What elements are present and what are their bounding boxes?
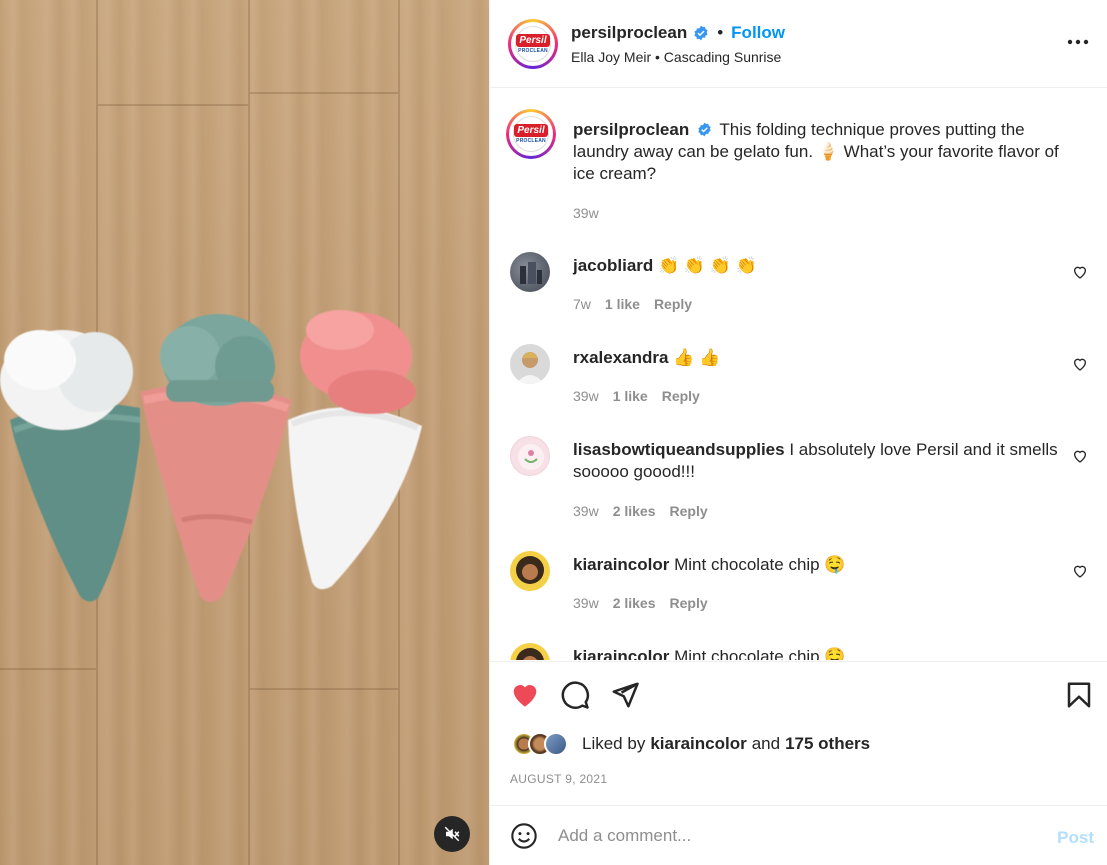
- comment-likes[interactable]: 1 like: [613, 388, 648, 404]
- more-options-button[interactable]: [1066, 30, 1090, 54]
- liked-by-user[interactable]: kiaraincolor: [650, 734, 746, 754]
- comment-avatar[interactable]: [510, 643, 550, 660]
- logo-text: Persil: [514, 124, 548, 137]
- comment-text: Mint chocolate chip 🤤: [674, 647, 846, 660]
- comment-avatar[interactable]: [510, 551, 550, 591]
- comment-meta: 39w 2 likes Reply: [573, 595, 708, 611]
- comment-username[interactable]: rxalexandra: [573, 348, 668, 367]
- post-panel: Persil PROCLEAN persilproclean • Follow …: [489, 0, 1107, 865]
- comment-meta: 39w 1 like Reply: [573, 388, 700, 404]
- comment-likes[interactable]: 2 likes: [613, 595, 656, 611]
- comment-username[interactable]: kiaraincolor: [573, 647, 669, 660]
- heart-icon[interactable]: [1072, 448, 1088, 464]
- comment-time[interactable]: 39w: [573, 388, 599, 404]
- logo-text: Persil: [516, 33, 550, 47]
- comment-item: jacobliard 👏 👏 👏 👏 7w 1 like Reply: [510, 252, 1090, 322]
- share-icon[interactable]: [610, 680, 640, 710]
- comment-body: kiaraincolor Mint chocolate chip 🤤: [573, 646, 1063, 660]
- comment-item: kiaraincolor Mint chocolate chip 🤤 39w 2…: [510, 551, 1090, 621]
- author-username[interactable]: persilproclean: [571, 23, 687, 43]
- liked-by: Liked by kiaraincolor and 175 others: [512, 732, 870, 756]
- persil-logo: Persil PROCLEAN: [515, 25, 551, 62]
- reply-button[interactable]: Reply: [670, 503, 708, 519]
- pink-white-cone: [288, 310, 422, 590]
- reply-button[interactable]: Reply: [670, 595, 708, 611]
- comment-icon[interactable]: [560, 680, 590, 710]
- comment-time[interactable]: 39w: [573, 503, 599, 519]
- more-icon: [1067, 39, 1089, 45]
- comment-username[interactable]: lisasbowtiqueandsupplies: [573, 440, 785, 459]
- caption-username[interactable]: persilproclean: [573, 120, 689, 139]
- mute-button[interactable]: [434, 816, 470, 852]
- comment-body: jacobliard 👏 👏 👏 👏: [573, 255, 1063, 277]
- post-actions: Liked by kiaraincolor and 175 others AUG…: [490, 661, 1107, 805]
- likes-count[interactable]: 175 others: [785, 734, 870, 754]
- comment-username[interactable]: jacobliard: [573, 256, 653, 275]
- comment-time[interactable]: 39w: [573, 595, 599, 611]
- comment-text: 👏 👏 👏 👏: [658, 256, 757, 275]
- caption-meta: 39w: [573, 205, 599, 221]
- follow-button[interactable]: Follow: [731, 23, 785, 43]
- teal-pink-cone: [140, 314, 292, 602]
- comment-username[interactable]: kiaraincolor: [573, 555, 669, 574]
- comment-body: rxalexandra 👍 👍: [573, 347, 1063, 369]
- comment-avatar[interactable]: [510, 344, 550, 384]
- comment-likes[interactable]: 2 likes: [613, 503, 656, 519]
- logo-subtext: PROCLEAN: [518, 47, 548, 54]
- logo-subtext: PROCLEAN: [516, 138, 546, 144]
- comment-body: kiaraincolor Mint chocolate chip 🤤: [573, 554, 1063, 576]
- post-button[interactable]: Post: [1057, 828, 1094, 848]
- comment-avatar[interactable]: [510, 252, 550, 292]
- comment-meta: 39w 2 likes Reply: [573, 503, 708, 519]
- comment-time[interactable]: 7w: [573, 296, 591, 312]
- liked-by-prefix: Liked by: [582, 734, 646, 753]
- comments-list[interactable]: Persil PROCLEAN persilproclean This fold…: [490, 89, 1107, 660]
- reply-button[interactable]: Reply: [662, 388, 700, 404]
- verified-badge-icon: [693, 25, 709, 41]
- liked-by-avatars[interactable]: [512, 732, 568, 756]
- persil-logo: Persil PROCLEAN: [513, 116, 549, 152]
- like-button[interactable]: [510, 680, 540, 710]
- comment-body: lisasbowtiqueandsupplies I absolutely lo…: [573, 439, 1063, 483]
- post-date[interactable]: AUGUST 9, 2021: [510, 772, 607, 786]
- heart-icon[interactable]: [1072, 264, 1088, 280]
- comment-text: Mint chocolate chip 🤤: [674, 555, 846, 574]
- comment-item: lisasbowtiqueandsupplies I absolutely lo…: [510, 436, 1090, 526]
- bookmark-icon[interactable]: [1064, 680, 1094, 710]
- comment-likes[interactable]: 1 like: [605, 296, 640, 312]
- liked-by-and: and: [751, 734, 781, 753]
- post-media[interactable]: [0, 0, 489, 865]
- author-avatar[interactable]: Persil PROCLEAN: [508, 18, 558, 69]
- comment-input[interactable]: [558, 825, 1028, 846]
- verified-badge-icon: [697, 122, 712, 137]
- post-header: Persil PROCLEAN persilproclean • Follow …: [490, 0, 1107, 88]
- caption: Persil PROCLEAN persilproclean This fold…: [506, 109, 1090, 221]
- reply-button[interactable]: Reply: [654, 296, 692, 312]
- separator-dot: •: [717, 22, 724, 42]
- audio-subtitle[interactable]: Ella Joy Meir • Cascading Sunrise: [571, 49, 785, 65]
- heart-icon[interactable]: [1072, 356, 1088, 372]
- heart-icon[interactable]: [1072, 563, 1088, 579]
- add-comment-bar: Post: [490, 805, 1107, 865]
- emoji-icon[interactable]: [510, 822, 538, 850]
- caption-time[interactable]: 39w: [573, 205, 599, 221]
- comment-item: rxalexandra 👍 👍 39w 1 like Reply: [510, 344, 1090, 414]
- caption-body: persilproclean This folding technique pr…: [573, 119, 1063, 185]
- comment-item: kiaraincolor Mint chocolate chip 🤤: [510, 643, 1090, 660]
- mute-icon: [444, 826, 460, 842]
- avatar: [544, 732, 568, 756]
- caption-avatar[interactable]: Persil PROCLEAN: [506, 109, 556, 159]
- towel-cones-illustration: [0, 310, 422, 602]
- comment-meta: 7w 1 like Reply: [573, 296, 692, 312]
- white-teal-cone: [0, 330, 141, 602]
- comment-text: 👍 👍: [673, 348, 721, 367]
- comment-avatar[interactable]: [510, 436, 550, 476]
